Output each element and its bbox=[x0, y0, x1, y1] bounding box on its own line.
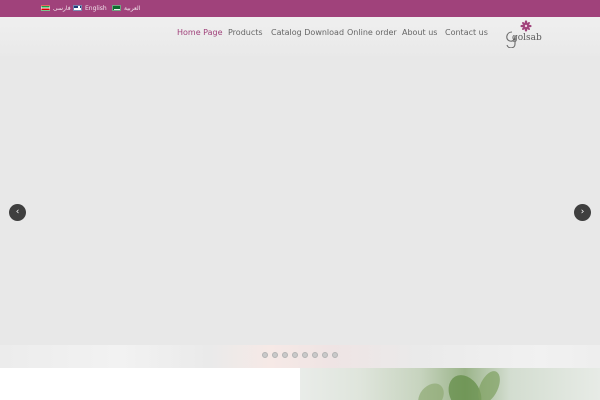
slider-dot[interactable] bbox=[312, 352, 318, 358]
nav-catalog-download[interactable]: Catalog Download bbox=[271, 28, 344, 37]
slider-next-button[interactable]: › bbox=[574, 204, 591, 221]
language-english[interactable]: English bbox=[73, 3, 107, 13]
slider-dot[interactable] bbox=[302, 352, 308, 358]
slider-dot[interactable] bbox=[272, 352, 278, 358]
flower-icon bbox=[520, 20, 532, 32]
content-section-left bbox=[0, 368, 300, 400]
slider-prev-button[interactable]: ‹ bbox=[9, 204, 26, 221]
slider-pagination bbox=[262, 352, 338, 358]
language-bar: فارسی English العربية bbox=[0, 0, 600, 17]
saudi-flag-icon bbox=[112, 5, 121, 11]
nav-contact-us[interactable]: Contact us bbox=[445, 28, 488, 37]
iran-flag-icon bbox=[41, 5, 50, 11]
slider-dot[interactable] bbox=[322, 352, 328, 358]
chevron-left-icon: ‹ bbox=[15, 207, 20, 217]
nav-home-page[interactable]: Home Page bbox=[177, 28, 223, 37]
slider-dot[interactable] bbox=[262, 352, 268, 358]
logo-text[interactable]: golsab bbox=[512, 33, 542, 43]
language-persian-label: فارسی bbox=[53, 4, 71, 12]
chevron-right-icon: › bbox=[580, 207, 585, 217]
language-arabic-label: العربية bbox=[124, 4, 141, 12]
language-persian[interactable]: فارسی bbox=[41, 3, 71, 13]
language-english-label: English bbox=[85, 4, 107, 12]
slider-dot[interactable] bbox=[292, 352, 298, 358]
nav-products[interactable]: Products bbox=[228, 28, 263, 37]
hero-slider bbox=[0, 56, 600, 368]
nav-online-order[interactable]: Online order bbox=[347, 28, 397, 37]
slider-dot[interactable] bbox=[282, 352, 288, 358]
plant-image bbox=[300, 368, 600, 400]
language-arabic[interactable]: العربية bbox=[112, 3, 140, 13]
slider-dot[interactable] bbox=[332, 352, 338, 358]
nav-about-us[interactable]: About us bbox=[402, 28, 437, 37]
uk-flag-icon bbox=[73, 5, 82, 11]
